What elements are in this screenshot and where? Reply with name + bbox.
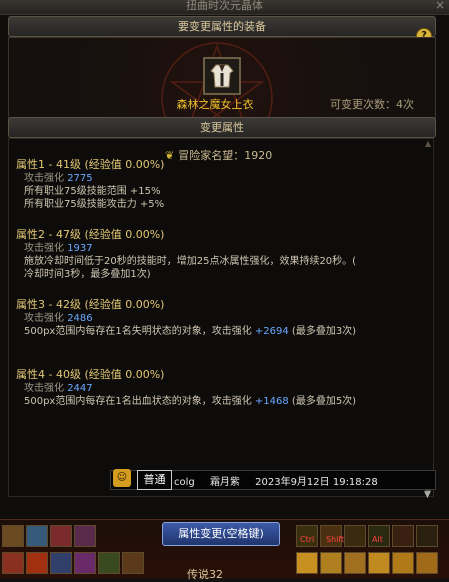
- scroll-up-icon[interactable]: ▲: [425, 139, 434, 148]
- attribute-stat: 攻击强化 2775: [16, 172, 416, 185]
- stat-value: 1937: [67, 243, 93, 254]
- skill-slot[interactable]: [392, 552, 414, 574]
- chat-name: 霜月紫: [209, 477, 240, 488]
- equipment-header: 要变更属性的装备: [8, 16, 436, 37]
- stat-label: 攻击强化: [24, 173, 64, 184]
- effect-text: 500px范围内每存在1名失明状态的对象，攻击强化: [24, 326, 252, 337]
- attribute-effect: 所有职业75级技能攻击力 +5%: [24, 199, 165, 210]
- attribute-block-4: 属性4 - 40级 (经验值 0.00%) 攻击强化 2447 500px范围内…: [16, 368, 416, 408]
- key-alt: Alt: [372, 535, 383, 544]
- window-title: 扭曲时次元晶体: [186, 0, 263, 12]
- stat-label: 攻击强化: [24, 313, 64, 324]
- attributes-header: 变更属性: [8, 117, 436, 138]
- chat-channel[interactable]: 普通: [137, 470, 172, 490]
- stat-label: 攻击强化: [24, 383, 64, 394]
- attribute-block-2: 属性2 - 47级 (经验值 0.00%) 攻击强化 1937 施放冷却时间低于…: [16, 228, 416, 281]
- close-icon[interactable]: ×: [433, 0, 447, 12]
- skill-slot[interactable]: [74, 552, 96, 574]
- item-name: 森林之魔女上衣: [176, 98, 254, 111]
- skill-slot[interactable]: [320, 552, 342, 574]
- skill-slot[interactable]: [416, 525, 438, 547]
- attribute-effect: 500px范围内每存在1名失明状态的对象，攻击强化 +2694 (最多叠加3次): [16, 325, 416, 338]
- attribute-stat: 攻击强化 2486: [16, 312, 416, 325]
- skill-slot[interactable]: [344, 525, 366, 547]
- level-label: 传说32: [187, 568, 223, 581]
- chat-timestamp: 2023年9月12日 19:18:28: [255, 477, 378, 488]
- equipment-slot[interactable]: [203, 57, 241, 95]
- attribute-title: 属性4 - 40级 (经验值 0.00%): [16, 368, 165, 381]
- change-count: 可变更次数：4次: [330, 98, 414, 111]
- attribute-title: 属性3 - 42级 (经验值 0.00%): [16, 298, 165, 311]
- stat-value: 2447: [67, 383, 93, 394]
- skill-slot[interactable]: [26, 525, 48, 547]
- chat-message: colg 霜月紫 2023年9月12日 19:18:28: [174, 473, 390, 488]
- skill-slot[interactable]: [50, 552, 72, 574]
- skill-slot[interactable]: [296, 552, 318, 574]
- skill-slot[interactable]: [416, 552, 438, 574]
- attribute-effect: 所有职业75级技能范围 +15%: [24, 186, 161, 197]
- attribute-effect: 施放冷却时间低于20秒的技能时，增加25点冰属性强化，效果持续20秒。(: [24, 256, 357, 267]
- attribute-effect: 500px范围内每存在1名出血状态的对象，攻击强化 +1468 (最多叠加5次): [16, 395, 416, 408]
- skill-slot[interactable]: [392, 525, 414, 547]
- change-attribute-button[interactable]: 属性变更(空格键): [162, 522, 280, 546]
- key-ctrl: Ctrl: [300, 535, 315, 544]
- skill-slot[interactable]: [2, 525, 24, 547]
- skill-slot[interactable]: [50, 525, 72, 547]
- effect-text: 500px范围内每存在1名出血状态的对象，攻击强化: [24, 396, 252, 407]
- skill-slot[interactable]: [368, 552, 390, 574]
- effect-value: +1468: [254, 396, 289, 407]
- window-titlebar[interactable]: 扭曲时次元晶体 ×: [0, 0, 449, 14]
- attribute-stat: 攻击强化 1937: [16, 242, 416, 255]
- stat-value: 2486: [67, 313, 93, 324]
- effect-stack: (最多叠加5次): [291, 396, 357, 407]
- attribute-title: 属性1 - 41级 (经验值 0.00%): [16, 158, 165, 171]
- skill-slot[interactable]: [344, 552, 366, 574]
- attribute-effect: 冷却时间3秒，最多叠加1次): [24, 269, 151, 280]
- chevron-down-icon[interactable]: ▼: [424, 490, 431, 500]
- attribute-title: 属性2 - 47级 (经验值 0.00%): [16, 228, 165, 241]
- key-shift: Shift: [326, 535, 345, 544]
- effect-value: +2694: [254, 326, 289, 337]
- skill-slot[interactable]: [26, 552, 48, 574]
- stat-label: 攻击强化: [24, 243, 64, 254]
- skill-slot[interactable]: [74, 525, 96, 547]
- stat-value: 2775: [67, 173, 93, 184]
- skill-slot[interactable]: [122, 552, 144, 574]
- effect-stack: (最多叠加3次): [291, 326, 357, 337]
- attribute-stat: 攻击强化 2447: [16, 382, 416, 395]
- robe-icon: [205, 59, 239, 93]
- attribute-block-3: 属性3 - 42级 (经验值 0.00%) 攻击强化 2486 500px范围内…: [16, 298, 416, 338]
- emoji-icon[interactable]: ☺: [113, 469, 131, 487]
- chat-user: colg: [174, 477, 195, 488]
- attribute-block-1: 属性1 - 41级 (经验值 0.00%) 攻击强化 2775 所有职业75级技…: [16, 158, 416, 211]
- skill-slot[interactable]: [2, 552, 24, 574]
- skill-slot[interactable]: [98, 552, 120, 574]
